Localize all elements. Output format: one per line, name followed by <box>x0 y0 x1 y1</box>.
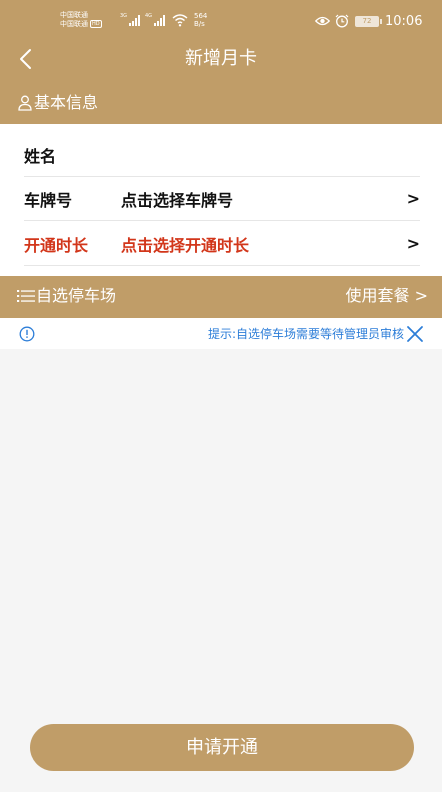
battery-icon: 72 <box>355 16 382 27</box>
list-icon <box>17 290 35 302</box>
eye-icon <box>315 16 330 26</box>
net-speed-unit: B/s <box>194 20 205 28</box>
duration-select[interactable]: 开通时长 点击选择开通时长 > <box>24 222 420 266</box>
duration-label: 开通时长 <box>24 235 89 255</box>
duration-value: 点击选择开通时长 <box>121 235 250 255</box>
chevron-left-icon <box>20 49 31 69</box>
name-label: 姓名 <box>24 146 57 166</box>
chevron-right-icon: > <box>406 189 420 208</box>
person-icon <box>18 95 32 111</box>
alarm-icon <box>335 14 349 28</box>
parking-section-label: 自选停车场 <box>36 286 117 305</box>
notice-bar: 提示:自选停车场需要等待管理员审核 <box>0 318 442 349</box>
chevron-right-icon: > <box>406 234 420 253</box>
signal-4g-icon: 4G <box>145 13 166 26</box>
info-icon <box>19 326 35 342</box>
signal-3g-icon: 3G <box>120 13 141 26</box>
apply-button[interactable]: 申请开通 <box>30 724 414 771</box>
plate-value: 点击选择车牌号 <box>121 190 234 210</box>
name-field[interactable]: 姓名 <box>24 133 420 177</box>
back-button[interactable] <box>15 47 39 71</box>
signal-3g-label: 3G <box>120 13 128 19</box>
carrier-info: 中国联通 中国联通 HD <box>60 11 102 29</box>
wifi-icon <box>172 14 188 27</box>
basic-info-form: 姓名 车牌号 点击选择车牌号 > 开通时长 点击选择开通时长 > <box>0 124 442 276</box>
net-speed: 564 B/s <box>194 12 207 28</box>
plate-label: 车牌号 <box>24 190 73 210</box>
use-package-link[interactable]: 使用套餐 > <box>346 284 429 308</box>
status-time: 10:06 <box>385 14 423 29</box>
notice-text: 提示:自选停车场需要等待管理员审核 <box>207 327 404 341</box>
plate-select[interactable]: 车牌号 点击选择车牌号 > <box>24 177 420 221</box>
carrier-1: 中国联通 <box>60 11 88 19</box>
parking-section-header: 自选停车场 使用套餐 > <box>0 276 442 318</box>
hd-badge: HD <box>90 20 102 28</box>
net-speed-value: 564 <box>194 12 208 20</box>
status-bar: 中国联通 中国联通 HD 3G 4G 564 B/s 72 10:06 <box>0 0 442 44</box>
carrier-2: 中国联通 <box>60 20 88 28</box>
close-icon[interactable] <box>406 325 424 343</box>
basic-info-label: 基本信息 <box>34 93 99 112</box>
signal-4g-label: 4G <box>145 13 153 19</box>
